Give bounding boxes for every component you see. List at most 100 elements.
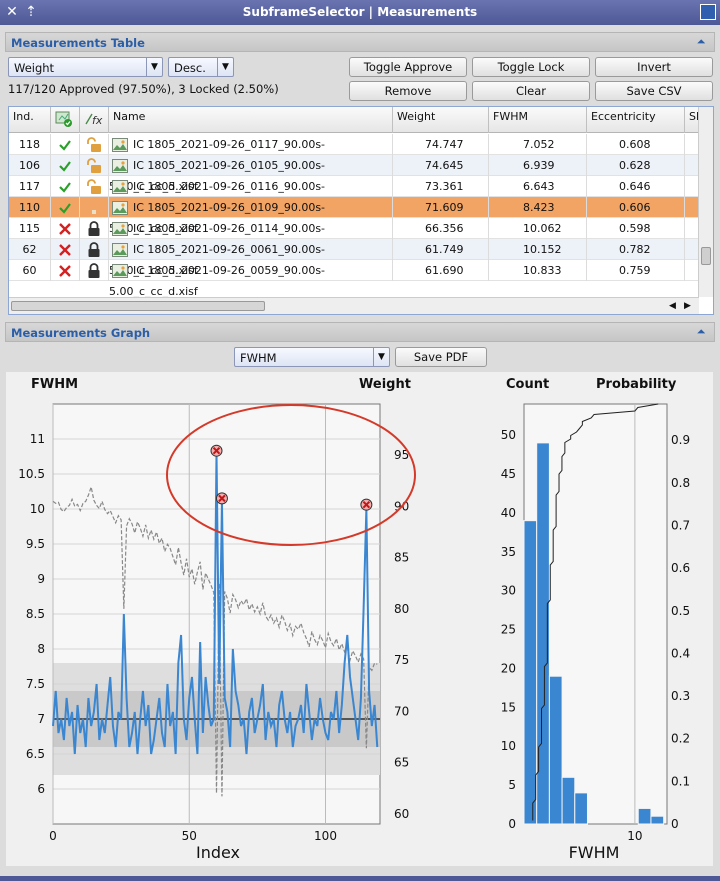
y-axis-title: FWHM xyxy=(31,377,78,392)
cell-approved[interactable] xyxy=(51,155,80,176)
check-icon[interactable] xyxy=(58,138,72,152)
hist-y2-tick-label: 0.8 xyxy=(671,476,690,490)
check-icon[interactable] xyxy=(58,159,72,173)
measurements-table-header[interactable]: Measurements Table ⏶ xyxy=(5,32,715,52)
cell-locked[interactable] xyxy=(80,239,109,260)
table-row[interactable]: 118 IC 1805_2021-09-26_0117_90.00s-4.90_c… xyxy=(9,134,705,172)
chevron-down-icon: ▼ xyxy=(373,348,389,366)
cell-weight: 66.356 xyxy=(393,218,489,239)
cell-index: 118 xyxy=(9,134,51,155)
image-file-icon xyxy=(112,159,128,173)
cell-index: 62 xyxy=(9,239,51,260)
cell-name: IC 1805_2021-09-26_0109_90.00s-5.10_c_cc… xyxy=(109,197,393,235)
measurements-chart[interactable]: 66.577.588.599.51010.5110 50 1006065707580… xyxy=(6,372,713,866)
cell-name: IC 1805_2021-09-26_0117_90.00s-4.90_c_cc… xyxy=(109,134,393,172)
collapse-icon[interactable]: ⏶ xyxy=(695,35,707,49)
lock-open-icon[interactable] xyxy=(86,179,102,195)
y-tick-label: 11 xyxy=(30,432,45,446)
cell-fwhm: 10.062 xyxy=(489,218,587,239)
col-approved[interactable] xyxy=(51,107,80,133)
lock-open-icon[interactable] xyxy=(86,137,102,153)
cell-locked[interactable] xyxy=(80,218,109,239)
cell-approved[interactable] xyxy=(51,197,80,218)
lock-closed-icon[interactable] xyxy=(87,242,101,258)
col-eccentricity[interactable]: Eccentricity xyxy=(587,107,685,133)
image-file-icon xyxy=(112,201,128,215)
cell-eccentricity: 0.598 xyxy=(587,218,685,239)
clear-button[interactable]: Clear xyxy=(472,81,590,101)
table-row[interactable]: 106 IC 1805_2021-09-26_0105_90.00s-5.00_c… xyxy=(9,155,705,193)
cell-approved[interactable] xyxy=(51,260,80,281)
cell-eccentricity: 0.606 xyxy=(587,197,685,218)
y2-tick-label: 70 xyxy=(394,704,409,718)
cell-locked[interactable] xyxy=(80,155,109,176)
cell-fwhm: 6.643 xyxy=(489,176,587,197)
table-row[interactable]: 62 IC 1805_2021-09-26_0061_90.00s-5.00_c_… xyxy=(9,239,705,277)
sort-order-select[interactable]: Desc. ▼ xyxy=(168,57,234,77)
cell-approved[interactable] xyxy=(51,176,80,197)
section-title: Measurements Table xyxy=(11,36,145,50)
remove-button[interactable]: Remove xyxy=(349,81,467,101)
image-file-icon xyxy=(112,264,128,278)
hist-y-tick-label: 25 xyxy=(501,623,516,637)
col-name[interactable]: Name xyxy=(109,107,393,133)
col-fwhm[interactable]: FWHM xyxy=(489,107,587,133)
save-pdf-button[interactable]: Save PDF xyxy=(395,347,487,367)
collapse-icon[interactable]: ⏶ xyxy=(695,325,707,339)
cross-icon[interactable] xyxy=(58,222,72,236)
table-row[interactable]: 115 IC 1805_2021-09-26_0114_90.00s-5.00_c… xyxy=(9,218,705,256)
hist-y-axis-title: Count xyxy=(506,377,549,392)
lock-closed-icon[interactable] xyxy=(87,221,101,237)
check-icon[interactable] xyxy=(58,201,72,215)
hist-y-tick-label: 50 xyxy=(501,428,516,442)
chevron-down-icon: ▼ xyxy=(217,58,233,76)
cell-approved[interactable] xyxy=(51,239,80,260)
y-tick-label: 8.5 xyxy=(26,607,45,621)
hist-y2-tick-label: 0.3 xyxy=(671,689,690,703)
cross-icon[interactable] xyxy=(58,243,72,257)
measurements-graph-header[interactable]: Measurements Graph ⏶ xyxy=(5,322,715,342)
scroll-thumb[interactable] xyxy=(701,247,711,265)
y2-tick-label: 75 xyxy=(394,653,409,667)
toggle-approve-button[interactable]: Toggle Approve xyxy=(349,57,467,77)
window-title: SubframeSelector | Measurements xyxy=(242,5,478,19)
scroll-left-icon[interactable]: ◀ xyxy=(669,298,676,314)
histogram-bar xyxy=(637,807,652,825)
horizontal-scrollbar[interactable]: ◀ ▶ xyxy=(9,297,699,314)
cell-name: IC 1805_2021-09-26_0114_90.00s-5.00_c_cc… xyxy=(109,218,393,256)
scroll-thumb[interactable] xyxy=(11,301,265,311)
vertical-scrollbar[interactable] xyxy=(698,107,713,297)
lock-open-icon[interactable] xyxy=(86,158,102,174)
col-index[interactable]: Ind. xyxy=(9,107,51,133)
cell-approved[interactable] xyxy=(51,218,80,239)
cell-locked[interactable] xyxy=(80,260,109,281)
image-file-icon xyxy=(112,138,128,152)
save-csv-button[interactable]: Save CSV xyxy=(595,81,713,101)
cell-index: 106 xyxy=(9,155,51,176)
y2-tick-label: 85 xyxy=(394,551,409,565)
invert-button[interactable]: Invert xyxy=(595,57,713,77)
approval-status: 117/120 Approved (97.50%), 3 Locked (2.5… xyxy=(8,82,279,96)
cross-icon[interactable] xyxy=(58,264,72,278)
graph-property-select[interactable]: FWHM ▼ xyxy=(234,347,390,367)
x-tick-label: 0 xyxy=(49,829,57,843)
svg-text:fx: fx xyxy=(92,114,103,127)
col-locked[interactable]: fx xyxy=(80,107,109,133)
table-row[interactable]: 60 IC 1805_2021-09-26_0059_90.00s-5.00_c_… xyxy=(9,260,705,298)
toggle-lock-button[interactable]: Toggle Lock xyxy=(472,57,590,77)
lock-closed-icon[interactable] xyxy=(87,263,101,279)
scroll-right-icon[interactable]: ▶ xyxy=(684,298,691,314)
sort-property-select[interactable]: Weight ▼ xyxy=(8,57,163,77)
cell-index: 60 xyxy=(9,260,51,281)
table-row[interactable]: 117 IC 1805_2021-09-26_0116_90.00s-4.90_c… xyxy=(9,176,705,214)
cell-locked[interactable] xyxy=(80,176,109,197)
hist-x-axis-title: FWHM xyxy=(569,843,620,862)
col-weight[interactable]: Weight xyxy=(393,107,489,133)
cell-approved[interactable] xyxy=(51,134,80,155)
rejected-marker xyxy=(210,444,223,457)
table-row[interactable]: 110 IC 1805_2021-09-26_0109_90.00s-5.10_c… xyxy=(9,197,705,235)
cell-locked[interactable] xyxy=(80,134,109,155)
cell-locked[interactable] xyxy=(80,197,109,218)
check-icon[interactable] xyxy=(58,180,72,194)
lock-open-icon[interactable] xyxy=(87,200,101,216)
